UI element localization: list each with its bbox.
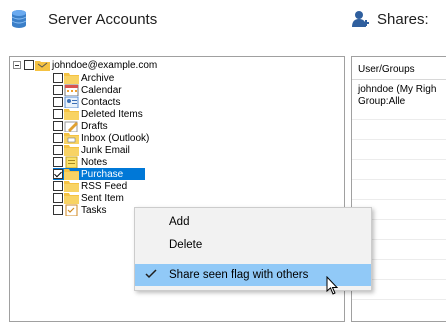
tree-item-junk-email[interactable]: Junk Email (53, 144, 130, 156)
tree-item-checkbox[interactable] (53, 169, 63, 179)
tree-item-contacts[interactable]: Contacts (53, 96, 120, 108)
tree-item-checkbox[interactable] (53, 109, 63, 119)
tree-item-purchase[interactable]: Purchase (53, 168, 145, 180)
tree-item-checkbox[interactable] (53, 157, 63, 167)
column-header-user-groups: User/Groups (358, 64, 415, 75)
tree-item-sent-items[interactable]: Sent Item (53, 192, 124, 204)
shares-title: Shares: (377, 10, 429, 28)
tree-item-checkbox[interactable] (53, 85, 63, 95)
database-icon (8, 8, 30, 30)
menu-item-label: Delete (169, 239, 203, 251)
tree-item-label: Junk Email (81, 144, 130, 156)
mailbox-folder-icon (35, 59, 50, 71)
folder-icon (64, 144, 79, 156)
grid-line (352, 159, 446, 160)
server-accounts-header: Server Accounts (8, 6, 157, 32)
menu-item-label: Add (169, 216, 190, 228)
collapse-icon[interactable] (13, 61, 21, 69)
grid-line (352, 139, 446, 140)
tree-account-row[interactable]: johndoe@example.com (13, 59, 157, 71)
folder-icon (64, 108, 79, 120)
tree-item-checkbox[interactable] (53, 145, 63, 155)
tree-item-checkbox[interactable] (53, 133, 63, 143)
tree-item-label: Contacts (81, 96, 121, 108)
tree-item-checkbox[interactable] (53, 205, 63, 215)
account-checkbox[interactable] (24, 60, 34, 70)
folder-icon (64, 192, 79, 204)
shares-header: Shares: (349, 6, 429, 32)
contacts-icon (64, 96, 79, 108)
menu-item-delete[interactable]: Delete (135, 234, 371, 256)
checkmark-icon (145, 268, 157, 280)
tree-item-label: Drafts (81, 120, 108, 132)
tree-item-label: RSS Feed (81, 180, 128, 192)
tree-item-rss-feed[interactable]: RSS Feed (53, 180, 127, 192)
tree-item-label: Tasks (81, 204, 107, 216)
inbox-icon (64, 132, 79, 144)
grid-line (352, 179, 446, 180)
share-row[interactable]: Group:Alle (358, 96, 405, 107)
tree-item-deleted-items[interactable]: Deleted Items (53, 108, 143, 120)
grid-column-header[interactable]: User/Groups (352, 57, 446, 80)
grid-line (352, 119, 446, 120)
tree-item-drafts[interactable]: Drafts (53, 120, 108, 132)
folder-icon (64, 72, 79, 84)
tree-item-label: Archive (81, 72, 115, 84)
add-user-icon[interactable] (349, 8, 371, 30)
menu-item-label: Share seen flag with others (169, 269, 309, 281)
tree-item-inbox[interactable]: Inbox (Outlook) (53, 132, 149, 144)
grid-line (352, 299, 446, 300)
server-accounts-title: Server Accounts (48, 10, 158, 28)
calendar-icon (64, 84, 79, 96)
tree-item-checkbox[interactable] (53, 181, 63, 191)
tree-item-tasks[interactable]: Tasks (53, 204, 107, 216)
tree-item-archive[interactable]: Archive (53, 72, 114, 84)
tasks-icon (64, 204, 79, 216)
tree-item-checkbox[interactable] (53, 97, 63, 107)
tree-item-checkbox[interactable] (53, 73, 63, 83)
tree-item-label: Sent Item (81, 192, 124, 204)
folder-icon (64, 168, 79, 180)
folder-icon (64, 180, 79, 192)
tree-item-checkbox[interactable] (53, 193, 63, 203)
tree-item-notes[interactable]: Notes (53, 156, 107, 168)
tree-item-label: Notes (81, 156, 108, 168)
account-label: johndoe@example.com (52, 59, 158, 71)
tree-item-checkbox[interactable] (53, 121, 63, 131)
grid-line (352, 199, 446, 200)
tree-item-label: Inbox (Outlook) (81, 132, 150, 144)
tree-item-calendar[interactable]: Calendar (53, 84, 122, 96)
drafts-icon (64, 120, 79, 132)
mouse-pointer-icon (326, 275, 340, 296)
tree-item-label: Calendar (81, 84, 122, 96)
tree-item-label: Deleted Items (81, 108, 143, 120)
tree-item-label: Purchase (81, 168, 124, 180)
share-row-label: johndoe (My Righ (358, 84, 437, 95)
menu-item-add[interactable]: Add (135, 211, 371, 233)
share-row[interactable]: johndoe (My Righ (358, 84, 436, 95)
notes-icon (64, 156, 79, 168)
share-row-label: Group:Alle (358, 96, 406, 107)
